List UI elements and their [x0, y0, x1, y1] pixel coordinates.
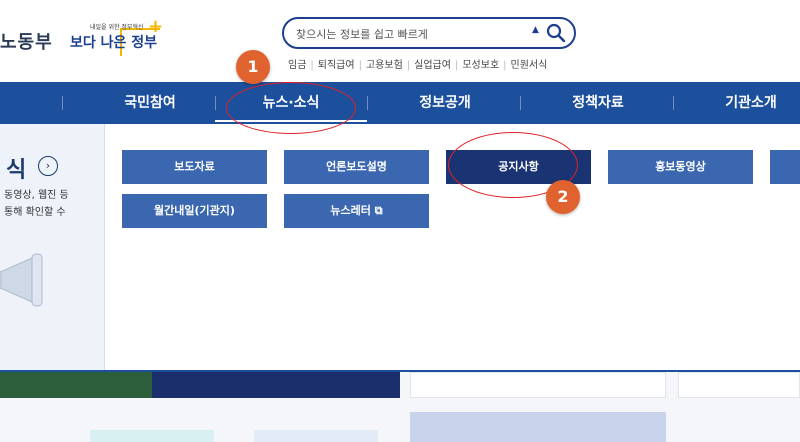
annotation-badge-1: 1 — [236, 50, 270, 84]
content-card[interactable] — [410, 372, 666, 398]
search-box: ▲ — [282, 17, 576, 49]
press-release-button[interactable]: 보도자료 — [122, 150, 267, 184]
gov-innovation-logo[interactable]: + 내일을 위한 정부혁신 보다 나은 정부 — [70, 16, 163, 62]
banner-green[interactable] — [0, 372, 152, 398]
logo-main-text: 보다 나은 정부 — [70, 35, 158, 51]
annotation-circle-1 — [226, 82, 356, 134]
nav-divider — [520, 96, 521, 110]
search-input[interactable] — [296, 24, 526, 44]
nav-item-policy-data[interactable]: 정책자료 — [543, 82, 653, 124]
dropdown-intro-panel: 식 › 동영상, 웹진 등 통해 확인할 수 — [0, 124, 105, 370]
quick-link[interactable]: 퇴직급여 — [318, 60, 355, 71]
press-explanation-button[interactable]: 언론보도설명 — [284, 150, 429, 184]
nav-divider — [367, 96, 368, 110]
promo-video-button[interactable]: 홍보동영상 — [608, 150, 753, 184]
site-logo[interactable]: 노동부 — [0, 28, 53, 54]
quick-link[interactable]: 민원서식 — [511, 60, 548, 71]
quick-links: 임금 | 퇴직급여 | 고용보험 | 실업급여 | 모성보호 | 민원서식 — [288, 60, 548, 71]
intro-desc-line: 통해 확인할 수 — [4, 207, 66, 218]
monthly-magazine-button[interactable]: 월간내일(기관지) — [122, 194, 267, 228]
news-dropdown-panel: 식 › 동영상, 웹진 등 통해 확인할 수 보도자료 언론보도설명 공지사항 … — [0, 124, 800, 372]
nav-divider — [215, 96, 216, 110]
content-card[interactable] — [254, 430, 378, 442]
search-icon[interactable] — [546, 23, 566, 43]
intro-title: 식 — [6, 158, 27, 183]
annotation-badge-2: 2 — [546, 180, 580, 214]
main-nav: 국민참여 뉴스·소식 정보공개 정책자료 기관소개 — [0, 82, 800, 124]
header: 노동부 + 내일을 위한 정부혁신 보다 나은 정부 ▲ 임금|퇴직급여|고용보… — [0, 0, 800, 82]
banner-navy[interactable] — [152, 372, 400, 398]
intro-desc-line: 동영상, 웹진 등 — [4, 190, 69, 201]
quick-link[interactable]: 실업급여 — [414, 60, 451, 71]
content-card[interactable] — [678, 372, 800, 398]
more-button-partial[interactable] — [770, 150, 800, 184]
logo-tagline: 내일을 위한 정부혁신 — [90, 24, 144, 31]
quick-link[interactable]: 고용보험 — [366, 60, 403, 71]
nav-divider — [673, 96, 674, 110]
quick-link[interactable]: 임금 — [288, 60, 306, 71]
content-card[interactable] — [410, 412, 666, 442]
nav-item-about[interactable]: 기관소개 — [696, 82, 800, 124]
page-content-below — [0, 372, 800, 442]
nav-item-info-disclosure[interactable]: 정보공개 — [390, 82, 500, 124]
newsletter-button[interactable]: 뉴스레터 ⧉ — [284, 194, 429, 228]
search-option-caret-icon[interactable]: ▲ — [532, 25, 539, 35]
chevron-right-circle-icon[interactable]: › — [38, 156, 58, 176]
megaphone-icon — [0, 253, 43, 307]
nav-item-participation[interactable]: 국민참여 — [95, 82, 205, 124]
content-card[interactable] — [90, 430, 214, 442]
intro-description: 동영상, 웹진 등 통해 확인할 수 — [4, 187, 69, 221]
nav-divider — [62, 96, 63, 110]
page-root: 노동부 + 내일을 위한 정부혁신 보다 나은 정부 ▲ 임금|퇴직급여|고용보… — [0, 0, 800, 442]
quick-link[interactable]: 모성보호 — [462, 60, 499, 71]
